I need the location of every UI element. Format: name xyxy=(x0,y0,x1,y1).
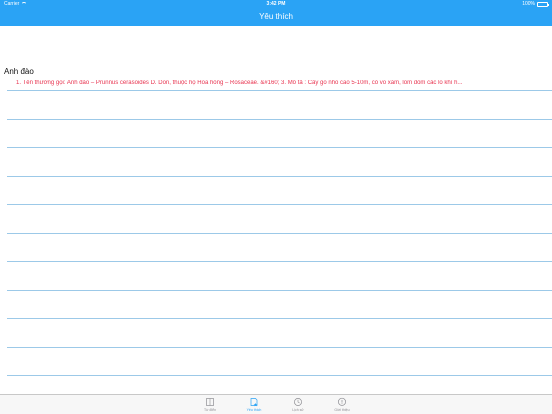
tab-favorites-label: Yêu thích xyxy=(246,408,262,412)
tab-history-label: Lịch sử xyxy=(292,408,304,412)
navigation-bar: Yêu thích xyxy=(0,8,552,26)
tab-about-label: Giới thiệu xyxy=(334,408,350,412)
row-separator xyxy=(7,289,552,291)
row-separator xyxy=(7,232,552,234)
row-separator xyxy=(7,118,552,120)
entry-title[interactable]: Anh đào xyxy=(4,67,34,76)
favorites-list: Anh đào 1. Tên thường gọi: Anh đào – Pru… xyxy=(0,26,552,394)
status-bar: Carrier 3:42 PM 100% xyxy=(0,0,552,8)
tab-history[interactable]: Lịch sử xyxy=(276,395,320,414)
status-time: 3:42 PM xyxy=(266,1,286,7)
row-separator xyxy=(7,261,552,262)
app-root: Carrier 3:42 PM 100% Yêu thích Anh đào 1… xyxy=(0,0,552,414)
clock-icon xyxy=(294,398,302,406)
tab-bar: Từ điển Yêu thích Lịch sử Giới thiệu xyxy=(0,394,552,414)
battery-percent: 100% xyxy=(522,1,535,7)
tab-about[interactable]: Giới thiệu xyxy=(320,395,364,414)
battery-group: 100% xyxy=(522,0,549,8)
tab-dictionary[interactable]: Từ điển xyxy=(188,395,232,414)
row-separator xyxy=(7,318,552,319)
row-separator xyxy=(7,375,552,376)
row-separator xyxy=(7,204,552,205)
row-separator xyxy=(7,346,552,348)
book-icon xyxy=(206,398,214,406)
row-separator xyxy=(7,90,552,91)
info-bubble-icon xyxy=(338,397,346,406)
row-separator xyxy=(7,147,552,148)
tab-favorites[interactable]: Yêu thích xyxy=(232,395,276,414)
page-title: Yêu thích xyxy=(259,12,293,21)
tab-dictionary-label: Từ điển xyxy=(203,408,217,412)
entry-description[interactable]: 1. Tên thường gọi: Anh đào – Prunnus cer… xyxy=(16,80,546,86)
row-separator xyxy=(7,175,552,177)
battery-icon xyxy=(537,1,549,7)
favorite-note-icon xyxy=(250,398,258,407)
